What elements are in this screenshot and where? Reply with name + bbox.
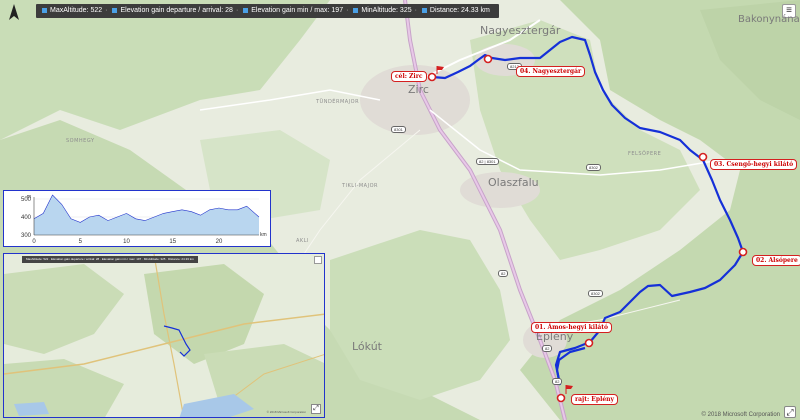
bullet-icon xyxy=(243,7,249,13)
minimap-expand-button[interactable]: ⤢ xyxy=(311,404,321,414)
expand-button[interactable]: ⤢ xyxy=(784,406,796,418)
y-tick-label: 400 xyxy=(21,215,32,221)
bullet-icon xyxy=(353,7,359,13)
poi-label-csengohegy[interactable]: 03. Csengő-hegyi kilátó xyxy=(710,159,798,170)
road-number-badge: 82 | 8301 xyxy=(476,158,499,165)
minimap-canvas xyxy=(4,254,324,417)
x-tick-label: 5 xyxy=(79,239,83,245)
road-number-badge: 8301 xyxy=(391,126,406,133)
x-tick-label: 15 xyxy=(169,239,176,245)
poi-label-zirc[interactable]: cél: Zirc xyxy=(391,71,427,82)
poi-marker-csengohegy xyxy=(698,152,708,162)
poi-label-nagyesztergar[interactable]: 04. Nagyesztergár xyxy=(516,66,586,77)
poi-marker-nagyesztergar xyxy=(483,54,493,64)
stat-elev-departure-arrival: Elevation gain departure / arrival: 28 · xyxy=(112,4,238,18)
place-lokut: Lókút xyxy=(352,340,382,353)
poi-marker-zirc xyxy=(427,72,437,82)
road-number-badge: 82 xyxy=(542,345,553,352)
expand-icon: ⤢ xyxy=(786,407,794,417)
elevation-profile[interactable]: 500 400 300 0 5 10 15 20 m km xyxy=(3,190,271,247)
elevation-area xyxy=(34,195,259,235)
place-zirc: Zirc xyxy=(408,83,429,96)
elevation-chart: 5004003000 5 10 15 20mkm xyxy=(21,194,267,245)
road-number-badge: 8302 xyxy=(586,164,601,171)
y-unit-label: m xyxy=(27,194,31,200)
stat-max-altitude: MaxAltitude: 522 · xyxy=(42,4,108,18)
minimap-menu-button[interactable] xyxy=(314,256,322,264)
place-olaszfalu: Olaszfalu xyxy=(488,176,539,189)
poi-label-amos[interactable]: 01. Ámos-hegyi kilátó xyxy=(531,322,613,333)
x-tick-label: 20 xyxy=(216,239,223,245)
place-bakonynana: Bakonynána xyxy=(738,14,800,25)
place-nagyesztergar: Nagyesztergár xyxy=(480,24,561,37)
minimap-stats-bar: MaxAltitude: 522 · Elevation gain depart… xyxy=(22,256,198,263)
place-tikli-major: TIKLI-MAJOR xyxy=(342,183,378,189)
stat-min-altitude: MinAltitude: 325 · xyxy=(353,4,417,18)
stat-distance: Distance: 24.33 km xyxy=(421,4,490,18)
copyright-text: © 2018 Microsoft Corporation xyxy=(701,412,780,418)
north-arrow-icon xyxy=(9,4,19,20)
expand-icon: ⤢ xyxy=(313,405,319,412)
place-tundermajor: TÜNDÉRMAJOR xyxy=(316,99,360,105)
poi-marker-alsopere xyxy=(738,247,748,257)
y-tick-label: 300 xyxy=(21,233,32,239)
minimap-copyright: © 2018 Microsoft Corporation xyxy=(266,410,306,414)
bullet-icon xyxy=(42,7,47,13)
place-felsopere: FELSŐPERE xyxy=(628,151,662,157)
place-akli: AKLI xyxy=(296,238,309,244)
stat-elev-min-max: Elevation gain min / max: 197 · xyxy=(243,4,348,18)
place-somhegy: SOMHEGY xyxy=(66,138,95,144)
road-number-badge: 82 xyxy=(552,378,563,385)
minimap[interactable]: MaxAltitude: 522 · Elevation gain depart… xyxy=(3,253,325,418)
stats-bar: MaxAltitude: 522 · Elevation gain departu… xyxy=(36,4,499,18)
x-tick-label: 0 xyxy=(32,239,36,245)
bullet-icon xyxy=(421,7,427,13)
poi-marker-eplény xyxy=(556,393,566,403)
poi-label-epleny[interactable]: rajt: Eplény xyxy=(571,394,619,405)
poi-label-alsopere[interactable]: 02. Alsópere xyxy=(752,255,800,266)
bullet-icon xyxy=(112,7,118,13)
road-number-badge: 8302 xyxy=(588,290,603,297)
poi-marker-amos xyxy=(584,338,594,348)
x-unit-label: km xyxy=(260,232,267,238)
minimap-lake xyxy=(14,402,49,416)
x-tick-label: 10 xyxy=(123,239,130,245)
road-number-badge: 82 xyxy=(498,270,509,277)
